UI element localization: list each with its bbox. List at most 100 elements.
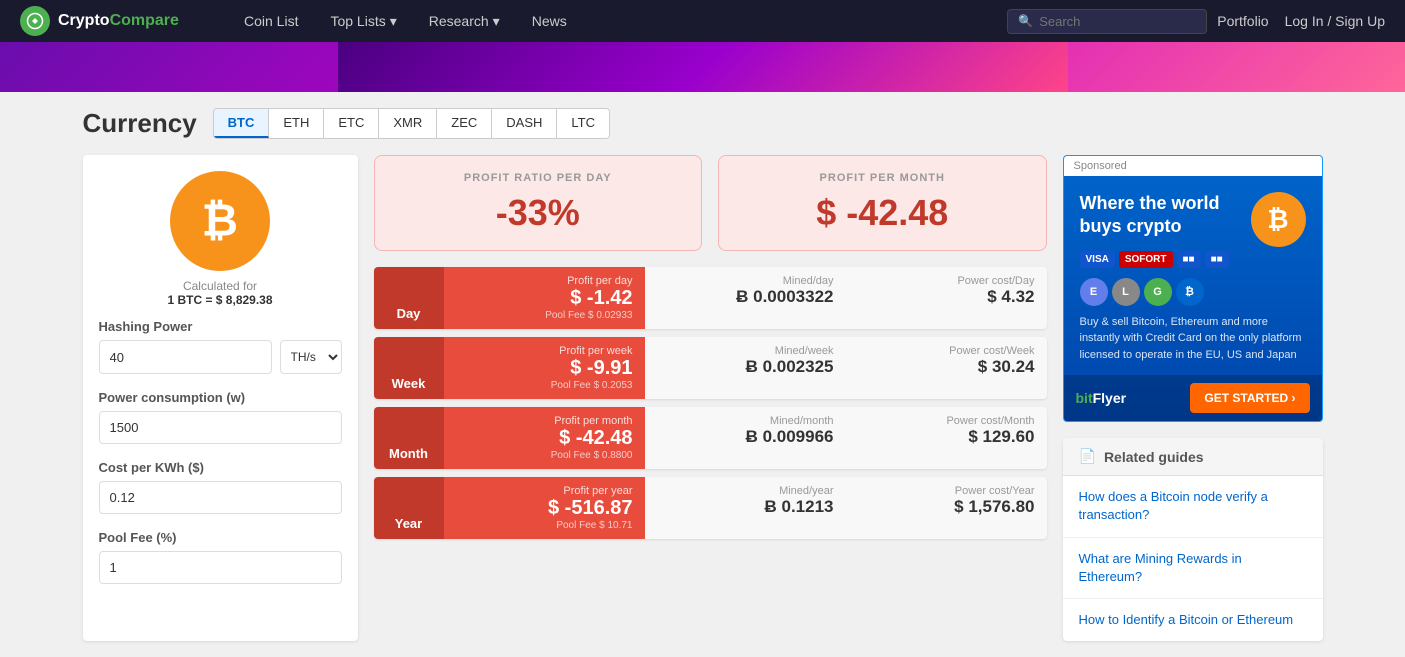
pool-fee-input[interactable] <box>99 551 342 584</box>
ad-btc-icon: ₿ <box>1251 192 1306 247</box>
related-guide-item[interactable]: How does a Bitcoin node verify a transac… <box>1063 476 1323 537</box>
chevron-down-icon: ▾ <box>493 13 500 30</box>
stats-period: Month <box>374 407 444 469</box>
ad-payment-icons: VISA SOFORT ■■ ■■ <box>1080 251 1306 268</box>
hashing-power-unit-select[interactable]: TH/s GH/s MH/s <box>280 340 342 374</box>
hashing-power-row: TH/s GH/s MH/s <box>99 340 342 374</box>
btc-icon: ₿ <box>170 171 270 271</box>
tab-zec[interactable]: ZEC <box>437 109 492 138</box>
tab-dash[interactable]: DASH <box>492 109 557 138</box>
tab-eth[interactable]: ETH <box>269 109 324 138</box>
main-content: Currency BTC ETH ETC XMR ZEC DASH LTC ₿ … <box>63 92 1343 657</box>
logo[interactable]: CryptoCompare <box>20 6 220 36</box>
profit-ratio-card: PROFIT RATIO PER DAY -33% <box>374 155 703 251</box>
search-icon: 🔍 <box>1018 14 1033 28</box>
nav-coin-list[interactable]: Coin List <box>230 3 312 39</box>
stats-profit: Profit per month $ -42.48 Pool Fee $ 0.8… <box>444 407 645 469</box>
logo-icon <box>20 6 50 36</box>
power-consumption-group: Power consumption (w) <box>99 390 342 444</box>
tab-etc[interactable]: ETC <box>324 109 379 138</box>
stats-period: Week <box>374 337 444 399</box>
profit-ratio-value: -33% <box>395 192 682 234</box>
ad-logo: bitFlyer <box>1076 390 1127 406</box>
stats-period: Day <box>374 267 444 329</box>
svg-text:₿: ₿ <box>201 196 237 245</box>
related-guide-item[interactable]: How to Identify a Bitcoin or Ethereum <box>1063 599 1323 641</box>
search-box[interactable]: 🔍 <box>1007 9 1207 34</box>
ltc-coin-icon: L <box>1112 278 1140 306</box>
center-panel: PROFIT RATIO PER DAY -33% PROFIT PER MON… <box>374 155 1047 641</box>
profit-summary: PROFIT RATIO PER DAY -33% PROFIT PER MON… <box>374 155 1047 251</box>
ad-title: Where the world buys crypto <box>1080 192 1241 239</box>
ad-cta-button[interactable]: GET STARTED › <box>1190 383 1309 413</box>
chevron-down-icon: ▾ <box>390 13 397 30</box>
stats-power: Power cost/Week $ 30.24 <box>846 337 1047 399</box>
ad-sponsored-label: Sponsored <box>1064 156 1322 176</box>
document-icon: 📄 <box>1079 448 1096 465</box>
related-guides: 📄 Related guides How does a Bitcoin node… <box>1063 438 1323 641</box>
nav-top-lists[interactable]: Top Lists ▾ <box>316 3 410 40</box>
stats-mined: Mined/month Ƀ 0.009966 <box>645 407 846 469</box>
calc-for: Calculated for 1 BTC = $ 8,829.38 <box>99 279 342 307</box>
stats-row-year: Year Profit per year $ -516.87 Pool Fee … <box>374 477 1047 539</box>
related-guide-item[interactable]: What are Mining Rewards in Ethereum? <box>1063 538 1323 599</box>
cost-kwh-group: Cost per KWh ($) <box>99 460 342 514</box>
profit-month-value: $ -42.48 <box>739 192 1026 234</box>
logo-text: CryptoCompare <box>58 12 179 30</box>
nav-right: Portfolio Log In / Sign Up <box>1217 13 1385 29</box>
power-consumption-label: Power consumption (w) <box>99 390 342 405</box>
stats-row-day: Day Profit per day $ -1.42 Pool Fee $ 0.… <box>374 267 1047 329</box>
eth-coin-icon: E <box>1080 278 1108 306</box>
sofort-icon: SOFORT <box>1119 251 1173 268</box>
ad-footer: bitFlyer GET STARTED › <box>1064 375 1322 421</box>
hashing-power-group: Hashing Power TH/s GH/s MH/s <box>99 319 342 374</box>
cost-kwh-label: Cost per KWh ($) <box>99 460 342 475</box>
stats-period: Year <box>374 477 444 539</box>
nav-research[interactable]: Research ▾ <box>415 3 514 40</box>
stats-power: Power cost/Year $ 1,576.80 <box>846 477 1047 539</box>
stats-mined: Mined/week Ƀ 0.002325 <box>645 337 846 399</box>
navbar: CryptoCompare Coin List Top Lists ▾ Rese… <box>0 0 1405 42</box>
tab-btc[interactable]: BTC <box>214 109 270 138</box>
btc-icon-container: ₿ Calculated for 1 BTC = $ 8,829.38 <box>99 171 342 307</box>
stats-profit: Profit per year $ -516.87 Pool Fee $ 10.… <box>444 477 645 539</box>
hashing-power-input[interactable] <box>99 340 272 374</box>
power-consumption-input[interactable] <box>99 411 342 444</box>
login-link[interactable]: Log In / Sign Up <box>1285 13 1385 29</box>
cost-kwh-input[interactable] <box>99 481 342 514</box>
cc2-icon: ■■ <box>1205 251 1229 268</box>
ad-description: Buy & sell Bitcoin, Ethereum and more in… <box>1080 314 1306 364</box>
pool-fee-label: Pool Fee (%) <box>99 530 342 545</box>
content-area: ₿ Calculated for 1 BTC = $ 8,829.38 Hash… <box>83 155 1323 641</box>
pool-fee-group: Pool Fee (%) <box>99 530 342 584</box>
tab-ltc[interactable]: LTC <box>557 109 609 138</box>
ad-container: Sponsored Where the world buys crypto ₿ … <box>1063 155 1323 422</box>
banner <box>0 42 1405 92</box>
stats-power: Power cost/Month $ 129.60 <box>846 407 1047 469</box>
stats-power: Power cost/Day $ 4.32 <box>846 267 1047 329</box>
hashing-power-label: Hashing Power <box>99 319 342 334</box>
nav-news[interactable]: News <box>518 3 581 39</box>
right-panel: Sponsored Where the world buys crypto ₿ … <box>1063 155 1323 641</box>
stats-table: Day Profit per day $ -1.42 Pool Fee $ 0.… <box>374 267 1047 539</box>
ad-body: Where the world buys crypto ₿ VISA SOFOR… <box>1064 176 1322 421</box>
stats-mined: Mined/year Ƀ 0.1213 <box>645 477 846 539</box>
stats-profit: Profit per day $ -1.42 Pool Fee $ 0.0293… <box>444 267 645 329</box>
profit-month-card: PROFIT PER MONTH $ -42.48 <box>718 155 1047 251</box>
cc1-icon: ■■ <box>1177 251 1201 268</box>
left-panel: ₿ Calculated for 1 BTC = $ 8,829.38 Hash… <box>83 155 358 641</box>
portfolio-link[interactable]: Portfolio <box>1217 13 1268 29</box>
ad-coins: E L G ₿ <box>1080 278 1306 306</box>
nav-links: Coin List Top Lists ▾ Research ▾ News <box>230 3 997 40</box>
visa-icon: VISA <box>1080 251 1115 268</box>
stats-row-week: Week Profit per week $ -9.91 Pool Fee $ … <box>374 337 1047 399</box>
profit-month-label: PROFIT PER MONTH <box>739 172 1026 184</box>
currency-header: Currency BTC ETH ETC XMR ZEC DASH LTC <box>83 108 1323 139</box>
tab-xmr[interactable]: XMR <box>379 109 437 138</box>
page-title: Currency <box>83 108 197 139</box>
search-input[interactable] <box>1039 14 1196 29</box>
stats-profit: Profit per week $ -9.91 Pool Fee $ 0.205… <box>444 337 645 399</box>
related-guides-list: How does a Bitcoin node verify a transac… <box>1063 476 1323 641</box>
banner-image <box>338 42 1068 92</box>
profit-ratio-label: PROFIT RATIO PER DAY <box>395 172 682 184</box>
